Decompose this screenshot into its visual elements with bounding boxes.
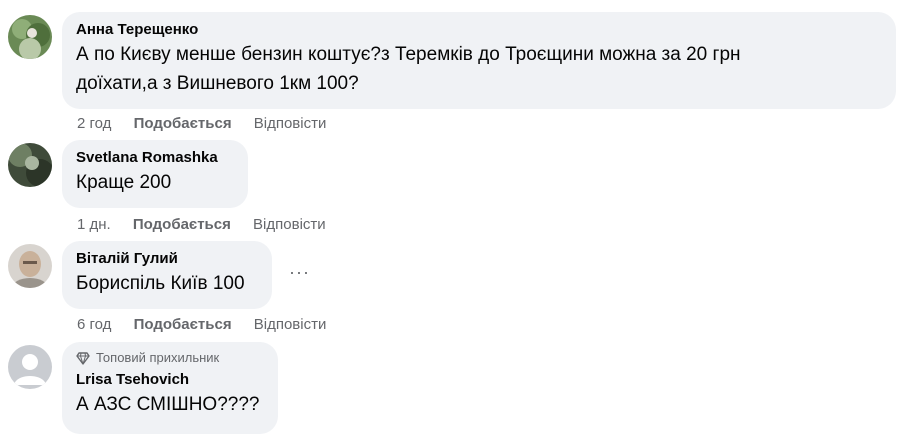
badge-label: Топовий прихильник bbox=[96, 350, 220, 365]
top-fan-badge: Топовий прихильник bbox=[76, 350, 264, 366]
comment-text-line-1: А по Києву менше бензин коштує?з Теремкі… bbox=[76, 44, 741, 65]
like-button[interactable]: Подобається bbox=[133, 216, 231, 234]
comment-bubble: Svetlana Romashka Краще 200 bbox=[62, 140, 248, 208]
like-button[interactable]: Подобається bbox=[134, 115, 232, 133]
comment-bubble: Віталій Гулий Бориспіль Київ 100 bbox=[62, 241, 272, 309]
comment-author[interactable]: Svetlana Romashka bbox=[76, 148, 234, 168]
comment-time[interactable]: 2 год bbox=[77, 115, 111, 133]
comment-text: А АЗС СМІШНО???? bbox=[76, 394, 260, 415]
comment-actions: 6 год Подобається Відповісти bbox=[77, 316, 344, 334]
comment-actions: 2 год Подобається Відповісти bbox=[77, 115, 344, 133]
comment-actions: 1 дн. Подобається Відповісти bbox=[77, 216, 344, 234]
avatar[interactable] bbox=[8, 345, 52, 389]
reply-button[interactable]: Відповісти bbox=[254, 115, 327, 133]
diamond-icon bbox=[76, 351, 90, 365]
comment-author[interactable]: Lrisa Tsehovich bbox=[76, 370, 264, 390]
reply-button[interactable]: Відповісти bbox=[253, 216, 326, 234]
avatar[interactable] bbox=[8, 244, 52, 288]
comment-text-line-2: доїхати,а з Вишневого 1км 100? bbox=[76, 73, 359, 94]
like-button[interactable]: Подобається bbox=[134, 316, 232, 334]
comment-bubble: Анна Терещенко А по Києву менше бензин к… bbox=[62, 12, 896, 109]
avatar[interactable] bbox=[8, 15, 52, 59]
comment-text: Бориспіль Київ 100 bbox=[76, 273, 245, 294]
comment-time[interactable]: 6 год bbox=[77, 316, 111, 334]
comment-author[interactable]: Віталій Гулий bbox=[76, 249, 258, 269]
comment-author[interactable]: Анна Терещенко bbox=[76, 20, 882, 40]
comment-bubble: Топовий прихильник Lrisa Tsehovich А АЗС… bbox=[62, 342, 278, 434]
more-options-icon[interactable]: ··· bbox=[289, 262, 310, 283]
reply-button[interactable]: Відповісти bbox=[254, 316, 327, 334]
avatar[interactable] bbox=[8, 143, 52, 187]
comment-text: Краще 200 bbox=[76, 172, 172, 193]
comment-time[interactable]: 1 дн. bbox=[77, 216, 111, 234]
